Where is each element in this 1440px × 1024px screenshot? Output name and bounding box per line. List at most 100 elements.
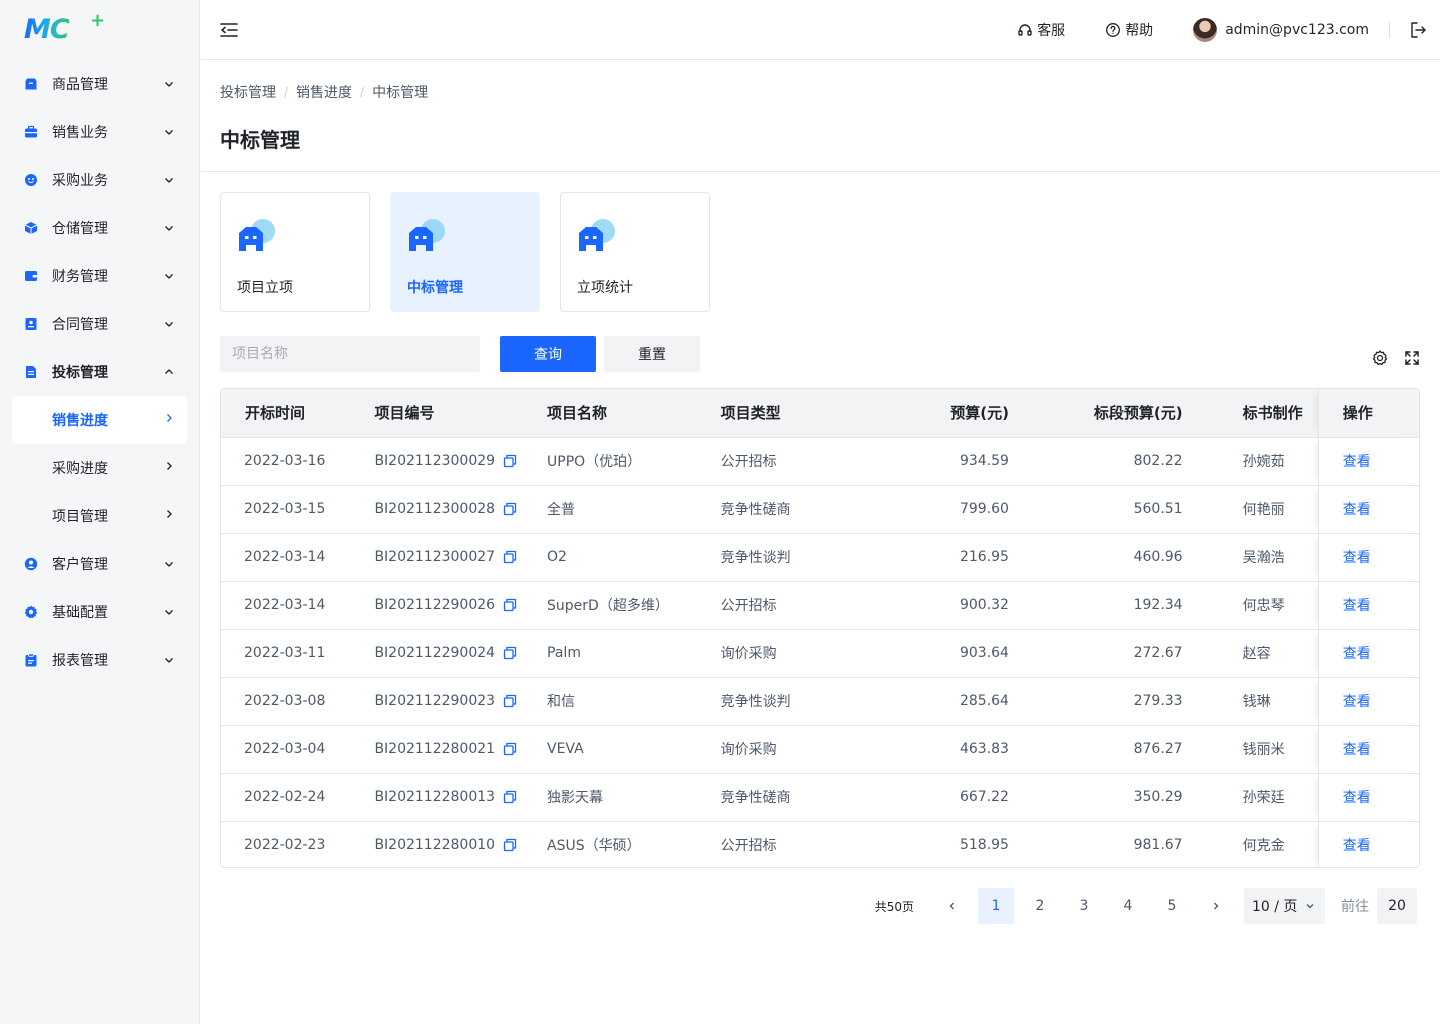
column-header: 项目类型 xyxy=(696,389,866,438)
chevron-up-icon xyxy=(163,366,175,378)
sidebar-item-4[interactable]: 财务管理 xyxy=(0,252,199,300)
sidebar-item-0[interactable]: 商品管理 xyxy=(0,60,199,108)
copy-icon[interactable] xyxy=(503,502,517,516)
pagination: 共50页 12345 10 / 页 前往 xyxy=(875,888,1417,924)
fullscreen-icon[interactable] xyxy=(1403,349,1421,367)
chevron-down-icon xyxy=(163,318,175,330)
sidebar-item-7[interactable]: 客户管理 xyxy=(0,540,199,588)
view-link[interactable]: 查看 xyxy=(1343,550,1371,566)
copy-icon[interactable] xyxy=(503,838,517,852)
action-cell: 查看 xyxy=(1317,533,1419,582)
copy-icon[interactable] xyxy=(503,598,517,612)
table-cell: UPPO（优珀） xyxy=(523,437,697,486)
module-card-2[interactable]: 立项统计 xyxy=(560,192,710,312)
next-page-button[interactable] xyxy=(1198,888,1234,924)
table-cell: 463.83 xyxy=(865,725,1009,774)
breadcrumb-item[interactable]: 销售进度 xyxy=(296,82,352,102)
sidebar-subitem-label: 采购进度 xyxy=(52,461,108,477)
sidebar-item-label: 合同管理 xyxy=(52,317,108,333)
sidebar-item-1[interactable]: 销售业务 xyxy=(0,108,199,156)
sidebar-item-label: 报表管理 xyxy=(52,653,108,669)
view-link[interactable]: 查看 xyxy=(1343,502,1371,518)
goto-page-input[interactable] xyxy=(1377,888,1417,924)
copy-icon[interactable] xyxy=(503,742,517,756)
view-link[interactable]: 查看 xyxy=(1343,742,1371,758)
reset-button[interactable]: 重置 xyxy=(604,336,700,372)
chevron-right-icon xyxy=(163,460,175,476)
table-cell: 876.27 xyxy=(1008,725,1183,774)
view-link[interactable]: 查看 xyxy=(1343,790,1371,806)
building-icon xyxy=(237,217,277,253)
table-cell: 2022-03-11 xyxy=(221,629,351,678)
query-button[interactable]: 查询 xyxy=(500,336,596,372)
prev-page-button[interactable] xyxy=(934,888,970,924)
table-cell: 孙荣廷 xyxy=(1182,773,1319,822)
view-link[interactable]: 查看 xyxy=(1343,694,1371,710)
sidebar-item-5[interactable]: 合同管理 xyxy=(0,300,199,348)
module-card-0[interactable]: 项目立项 xyxy=(220,192,370,312)
sidebar-item-label: 采购业务 xyxy=(52,173,108,189)
page-button[interactable]: 3 xyxy=(1066,888,1102,924)
page-button[interactable]: 4 xyxy=(1110,888,1146,924)
breadcrumb-separator: / xyxy=(360,85,365,99)
help-link[interactable]: 帮助 xyxy=(1105,20,1153,40)
copy-icon[interactable] xyxy=(503,550,517,564)
table-cell: 独影天幕 xyxy=(523,773,697,822)
sidebar-item-6[interactable]: 投标管理 xyxy=(0,348,199,396)
sidebar-subitem-0[interactable]: 销售进度 xyxy=(12,396,187,444)
table-cell: 216.95 xyxy=(865,533,1009,582)
column-header: 项目编号 xyxy=(350,389,524,438)
app-logo[interactable]: MC + xyxy=(24,10,105,44)
view-link[interactable]: 查看 xyxy=(1343,454,1371,470)
page-button[interactable]: 5 xyxy=(1154,888,1190,924)
action-cell: 查看 xyxy=(1317,821,1419,867)
sidebar-item-9[interactable]: 报表管理 xyxy=(0,636,199,684)
sidebar-subitem-1[interactable]: 采购进度 xyxy=(0,444,199,492)
table-cell: 279.33 xyxy=(1008,677,1183,726)
table-cell: 赵容 xyxy=(1182,629,1319,678)
table-cell: 竞争性谈判 xyxy=(696,677,866,726)
module-card-label: 项目立项 xyxy=(237,280,293,296)
page-button[interactable]: 1 xyxy=(978,888,1014,924)
table-cell: 吴瀚浩 xyxy=(1182,533,1319,582)
table-cell: 802.22 xyxy=(1008,437,1183,486)
module-card-1[interactable]: 中标管理 xyxy=(390,192,540,312)
table-row: 2022-03-14 BI202112300027 O2 竞争性谈判 216.95 460… xyxy=(221,533,1419,582)
logout-icon[interactable] xyxy=(1408,20,1428,40)
module-card-label: 立项统计 xyxy=(577,280,633,296)
view-link[interactable]: 查看 xyxy=(1343,838,1371,854)
project-name-input[interactable] xyxy=(220,336,480,372)
table-header-row: 开标时间 项目编号 项目名称 项目类型 预算(元) 标段预算(元) 标书制作 操作 xyxy=(221,389,1419,438)
sidebar-item-8[interactable]: 基础配置 xyxy=(0,588,199,636)
sidebar-subitem-2[interactable]: 项目管理 xyxy=(0,492,199,540)
copy-icon[interactable] xyxy=(503,646,517,660)
customer-service-link[interactable]: 客服 xyxy=(1017,20,1065,40)
column-header: 预算(元) xyxy=(865,389,1009,438)
collapse-menu-icon[interactable] xyxy=(219,20,239,40)
action-cell: 查看 xyxy=(1317,629,1419,678)
page-size-select[interactable]: 10 / 页 xyxy=(1244,888,1325,924)
table-cell: O2 xyxy=(523,533,697,582)
pagination-total: 共50页 xyxy=(874,899,914,914)
view-link[interactable]: 查看 xyxy=(1343,598,1371,614)
table-cell: 全普 xyxy=(523,485,697,534)
page-button[interactable]: 2 xyxy=(1022,888,1058,924)
view-link[interactable]: 查看 xyxy=(1343,646,1371,662)
action-cell: 查看 xyxy=(1317,725,1419,774)
project-code: BI202112280010 xyxy=(374,837,496,854)
user-menu[interactable]: admin@pvc123.com xyxy=(1193,18,1369,42)
briefcase-icon xyxy=(24,125,38,139)
table-cell: 518.95 xyxy=(959,837,1009,854)
gear-icon xyxy=(24,605,38,619)
settings-icon[interactable] xyxy=(1371,349,1389,367)
chevron-down-icon xyxy=(163,654,175,666)
sidebar-item-3[interactable]: 仓储管理 xyxy=(0,204,199,252)
user-email: admin@pvc123.com xyxy=(1225,22,1369,38)
copy-icon[interactable] xyxy=(503,790,517,804)
chevron-down-icon xyxy=(163,558,175,570)
copy-icon[interactable] xyxy=(503,454,517,468)
sidebar-item-2[interactable]: 采购业务 xyxy=(0,156,199,204)
table-cell: 孙婉茹 xyxy=(1182,437,1319,486)
copy-icon[interactable] xyxy=(503,694,517,708)
breadcrumb-item[interactable]: 投标管理 xyxy=(220,82,276,102)
